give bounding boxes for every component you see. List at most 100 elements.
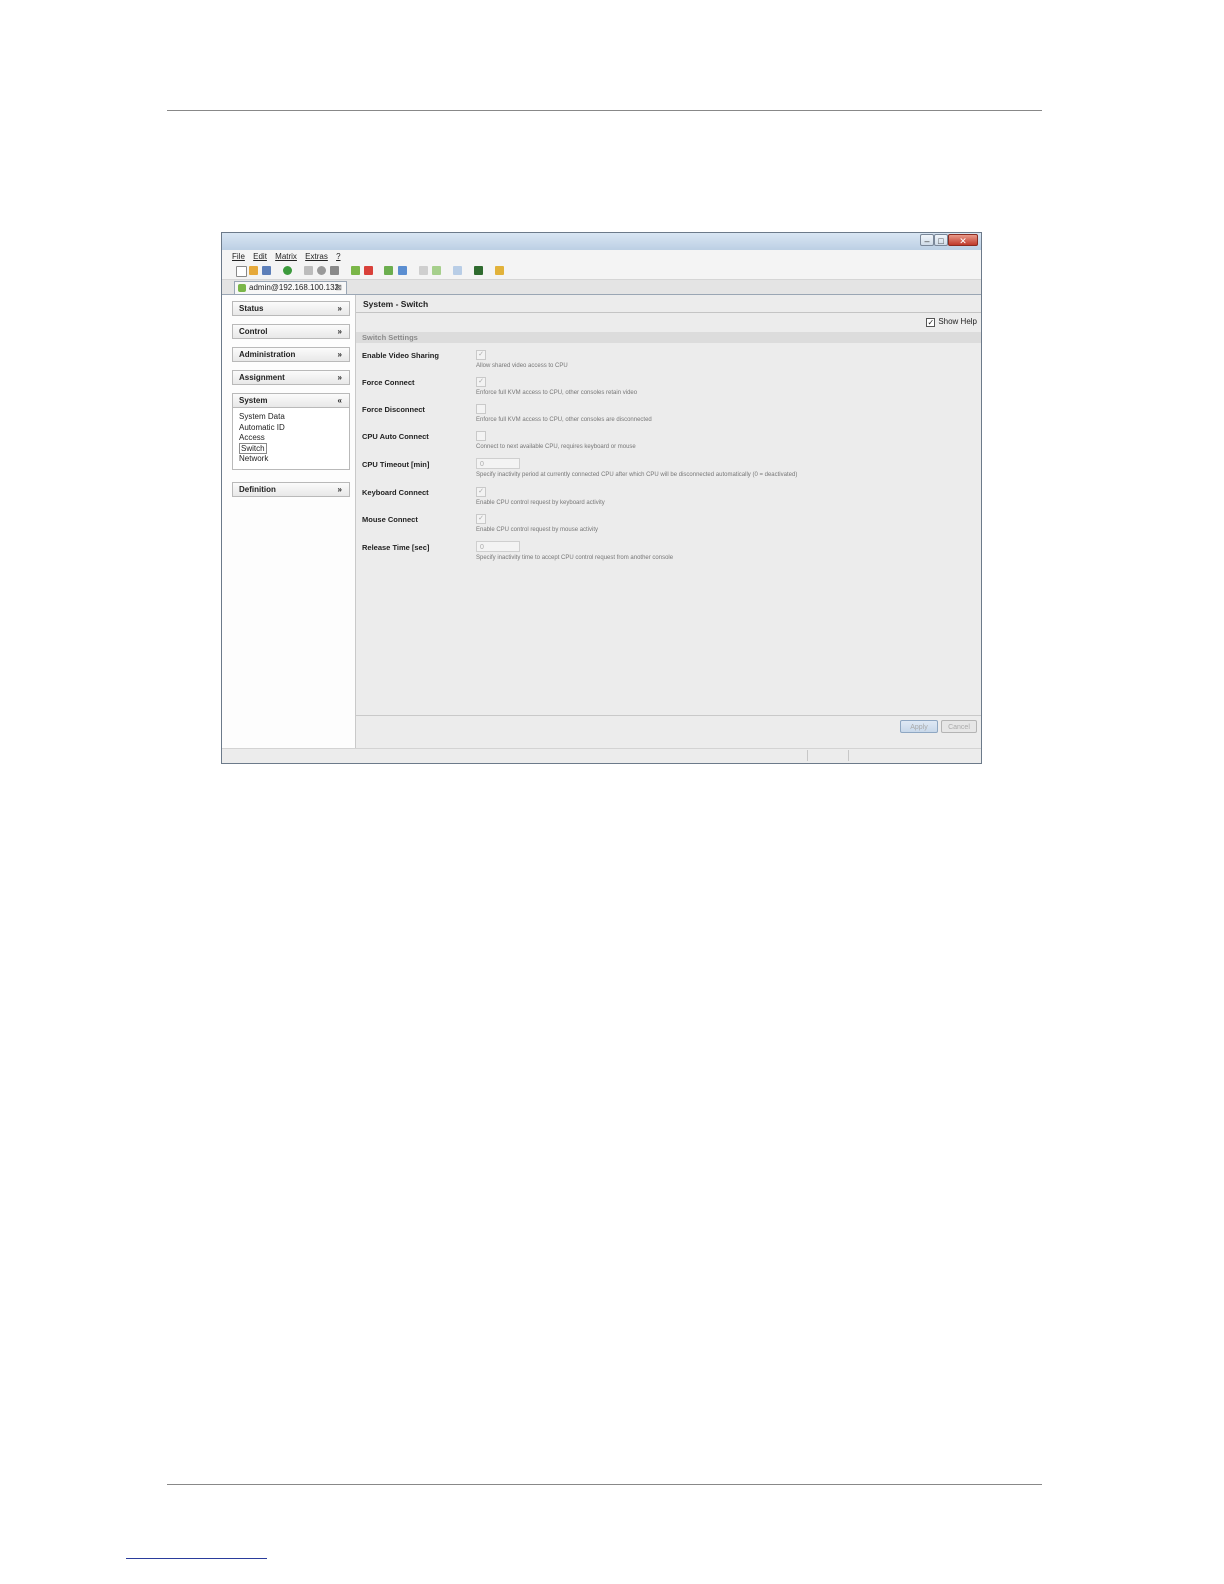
system-section-items: System Data Automatic ID Access Switch N…: [232, 408, 350, 470]
setting-mouse-connect: Mouse Connect ✓ Enable CPU control reque…: [356, 514, 981, 543]
connect-icon[interactable]: [351, 266, 360, 275]
chevron-up-icon: «: [337, 396, 342, 405]
sidebar-section-label: Definition: [239, 485, 276, 494]
sidebar-section-status[interactable]: Status »: [232, 301, 350, 316]
menu-edit[interactable]: Edit: [253, 252, 267, 261]
new-file-icon[interactable]: [236, 266, 247, 277]
setting-label: Force Disconnect: [362, 405, 425, 414]
setting-help: Allow shared video access to CPU: [476, 363, 568, 369]
cpu-auto-connect-checkbox[interactable]: [476, 431, 486, 441]
menu-bar: File Edit Matrix Extras ?: [222, 250, 981, 263]
main-panel: System - Switch ✓ Show Help Switch Settin…: [356, 295, 981, 748]
chevron-down-icon: »: [337, 485, 342, 494]
setting-label: Enable Video Sharing: [362, 351, 439, 360]
enable-video-sharing-checkbox[interactable]: ✓: [476, 350, 486, 360]
copy-icon[interactable]: [317, 266, 326, 275]
sidebar-item-automatic-id[interactable]: Automatic ID: [239, 423, 349, 434]
maximize-button[interactable]: □: [934, 234, 948, 246]
setting-label: CPU Auto Connect: [362, 432, 429, 441]
setting-help: Enable CPU control request by mouse acti…: [476, 527, 599, 533]
sidebar-section-label: Administration: [239, 350, 296, 359]
setting-help: Connect to next available CPU, requires …: [476, 444, 636, 450]
show-help-toggle[interactable]: ✓ Show Help: [926, 317, 977, 327]
upload-icon[interactable]: [384, 266, 393, 275]
setting-label: Force Connect: [362, 378, 415, 387]
document-blue-icon[interactable]: [453, 266, 462, 275]
setting-force-connect: Force Connect ✓ Enforce full KVM access …: [356, 377, 981, 406]
mouse-connect-checkbox[interactable]: ✓: [476, 514, 486, 524]
setting-cpu-timeout: CPU Timeout [min] 0 Specify inactivity p…: [356, 458, 981, 488]
chart-icon[interactable]: [495, 266, 504, 275]
menu-file[interactable]: File: [232, 252, 245, 261]
setting-help: Enable CPU control request by keyboard a…: [476, 500, 605, 506]
setting-label: Release Time [sec]: [362, 543, 430, 552]
force-connect-checkbox[interactable]: ✓: [476, 377, 486, 387]
cpu-timeout-input[interactable]: 0: [476, 458, 520, 469]
sidebar-item-access[interactable]: Access: [239, 433, 349, 444]
status-separator: [848, 750, 849, 761]
setting-help: Enforce full KVM access to CPU, other co…: [476, 390, 638, 396]
chevron-down-icon: »: [337, 373, 342, 382]
release-time-input[interactable]: 0: [476, 541, 520, 552]
cut-icon[interactable]: [304, 266, 313, 275]
sidebar-item-network[interactable]: Network: [239, 454, 349, 465]
save-icon[interactable]: [262, 266, 271, 275]
chevron-down-icon: »: [337, 304, 342, 313]
title-bar: – □ ✕: [222, 233, 981, 250]
monitor-icon[interactable]: [474, 266, 483, 275]
disconnect-icon[interactable]: [364, 266, 373, 275]
force-disconnect-checkbox[interactable]: [476, 404, 486, 414]
close-tab-icon[interactable]: ⊠: [335, 282, 342, 294]
setting-label: Mouse Connect: [362, 515, 418, 524]
refresh-icon[interactable]: [283, 266, 292, 275]
chevron-down-icon: »: [337, 350, 342, 359]
group-header: Switch Settings: [356, 332, 981, 343]
download-icon[interactable]: [398, 266, 407, 275]
cancel-button[interactable]: Cancel: [941, 720, 977, 733]
status-bar: [222, 748, 981, 763]
sidebar-item-system-data[interactable]: System Data: [239, 412, 349, 423]
menu-matrix[interactable]: Matrix: [275, 252, 297, 261]
show-help-checkbox[interactable]: ✓: [926, 318, 936, 327]
sidebar-section-assignment[interactable]: Assignment »: [232, 370, 350, 385]
title-divider: [356, 312, 981, 313]
sidebar-section-control[interactable]: Control »: [232, 324, 350, 339]
footer-link-underline: [126, 1558, 267, 1559]
paste-icon[interactable]: [330, 266, 339, 275]
setting-keyboard-connect: Keyboard Connect ✓ Enable CPU control re…: [356, 487, 981, 516]
sidebar-section-label: Assignment: [239, 373, 285, 382]
sidebar: Status » Control » Administration » Assi…: [222, 295, 356, 748]
status-separator: [807, 750, 808, 761]
setting-help: Specify inactivity time to accept CPU co…: [476, 555, 674, 561]
close-button[interactable]: ✕: [948, 234, 978, 246]
setting-enable-video-sharing: Enable Video Sharing ✓ Allow shared vide…: [356, 350, 981, 379]
button-bar-divider: [356, 715, 981, 716]
setting-label: Keyboard Connect: [362, 488, 429, 497]
page-footer-rule: [167, 1484, 1042, 1485]
sidebar-section-definition[interactable]: Definition »: [232, 482, 350, 497]
menu-help[interactable]: ?: [336, 252, 340, 261]
sidebar-item-switch[interactable]: Switch: [239, 442, 349, 455]
document-icon[interactable]: [419, 266, 428, 275]
minimize-button[interactable]: –: [920, 234, 934, 246]
show-help-label: Show Help: [938, 317, 977, 326]
tab-connection[interactable]: admin@192.168.100.132 ⊠: [234, 281, 347, 294]
sidebar-section-administration[interactable]: Administration »: [232, 347, 350, 362]
open-folder-icon[interactable]: [249, 266, 258, 275]
plug-icon: [238, 284, 246, 292]
sidebar-section-system[interactable]: System «: [232, 393, 350, 408]
page-header-rule: [167, 110, 1042, 111]
page-title: System - Switch: [363, 299, 429, 309]
chevron-down-icon: »: [337, 327, 342, 336]
sidebar-section-label: Status: [239, 304, 264, 313]
keyboard-connect-checkbox[interactable]: ✓: [476, 487, 486, 497]
application-window: – □ ✕ File Edit Matrix Extras ? admin@19…: [221, 232, 982, 764]
setting-release-time: Release Time [sec] 0 Specify inactivity …: [356, 541, 981, 571]
document-green-icon[interactable]: [432, 266, 441, 275]
tab-strip: admin@192.168.100.132 ⊠: [222, 280, 981, 295]
setting-help: Specify inactivity period at currently c…: [476, 472, 798, 478]
menu-extras[interactable]: Extras: [305, 252, 328, 261]
apply-button[interactable]: Apply: [900, 720, 938, 733]
setting-cpu-auto-connect: CPU Auto Connect Connect to next availab…: [356, 431, 981, 460]
sidebar-section-label: System: [239, 396, 268, 405]
